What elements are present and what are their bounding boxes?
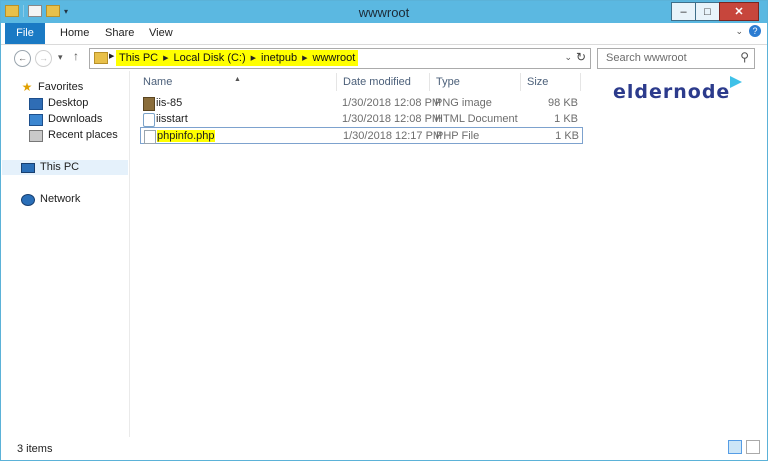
table-row[interactable]: phpinfo.php 1/30/2018 12:17 PM PHP File … [140, 127, 583, 144]
nav-label: Recent places [48, 129, 118, 141]
file-name: phpinfo.php [157, 130, 215, 142]
nav-item-desktop[interactable]: Desktop [29, 96, 88, 111]
logo-text: eldernode [613, 81, 731, 103]
file-name: iisstart [156, 113, 188, 125]
computer-icon [21, 162, 35, 173]
file-date: 1/30/2018 12:08 PM [342, 97, 442, 109]
address-row: ← → ▾ ↑ ▶ This PC ▶ Local Disk (C:) ▶ in… [1, 45, 767, 71]
breadcrumb-wwwroot[interactable]: wwwroot [313, 52, 356, 64]
table-row[interactable]: iis-85 1/30/2018 12:08 PM PNG image 98 K… [140, 95, 583, 112]
file-size: 1 KB [554, 113, 578, 125]
forward-button[interactable]: → [35, 50, 52, 67]
column-header-size[interactable]: Size [521, 73, 581, 91]
html-file-icon [143, 113, 155, 127]
status-bar: 3 items [1, 437, 767, 460]
nav-label: Downloads [48, 113, 103, 125]
search-input[interactable]: Search wwwroot [606, 52, 687, 64]
ribbon-tabs: File Home Share View ⌄ ? [1, 23, 767, 45]
breadcrumb-chevron-icon[interactable]: ▶ [163, 54, 168, 62]
file-name: iis-85 [156, 97, 183, 109]
column-header-type[interactable]: Type [430, 73, 521, 91]
file-size: 1 KB [555, 130, 579, 142]
tab-home[interactable]: Home [60, 23, 89, 44]
network-icon [21, 193, 35, 206]
column-label: Name [143, 76, 173, 88]
png-file-icon [143, 97, 155, 111]
nav-item-recent-places[interactable]: Recent places [29, 128, 118, 143]
nav-item-this-pc[interactable]: This PC [2, 160, 128, 175]
tab-view[interactable]: View [149, 23, 173, 44]
file-date: 1/30/2018 12:08 PM [342, 113, 442, 125]
help-icon[interactable]: ? [749, 25, 761, 37]
file-type: PHP File [436, 130, 480, 142]
search-box[interactable]: Search wwwroot ⚲ [597, 48, 755, 69]
eldernode-logo: eldernode [613, 76, 742, 103]
recent-locations-icon[interactable]: ▾ [58, 52, 63, 63]
large-icons-view-icon[interactable] [746, 440, 760, 454]
breadcrumb-this-pc[interactable]: This PC [119, 52, 158, 64]
nav-label: Network [40, 193, 81, 205]
file-size: 98 KB [548, 97, 578, 109]
column-header-name[interactable]: Name ▲ [137, 73, 337, 91]
minimize-button[interactable]: ‒ [671, 2, 696, 21]
logo-play-icon [730, 76, 742, 88]
address-bar[interactable]: ▶ This PC ▶ Local Disk (C:) ▶ inetpub ▶ … [89, 48, 591, 69]
recent-places-icon [29, 129, 43, 142]
file-type: PNG image [435, 97, 492, 109]
breadcrumb-chevron-icon[interactable]: ▶ [302, 54, 307, 62]
desktop-icon [29, 97, 43, 110]
back-button[interactable]: ← [14, 50, 31, 67]
nav-item-network[interactable]: Network [21, 192, 80, 207]
folder-icon [94, 52, 108, 64]
breadcrumb: This PC ▶ Local Disk (C:) ▶ inetpub ▶ ww… [116, 50, 359, 66]
search-icon[interactable]: ⚲ [740, 50, 749, 64]
nav-label: This PC [40, 161, 80, 173]
navigation-pane: ★ Favorites Desktop Downloads Recent pla… [1, 71, 130, 437]
breadcrumb-inetpub[interactable]: inetpub [261, 52, 297, 64]
star-icon: ★ [21, 80, 33, 94]
breadcrumb-chevron-icon[interactable]: ▶ [109, 52, 114, 60]
file-type: HTML Document [435, 113, 518, 125]
item-count: 3 items [17, 443, 53, 455]
maximize-button[interactable]: □ [695, 2, 720, 21]
table-row[interactable]: iisstart 1/30/2018 12:08 PM HTML Documen… [140, 111, 583, 128]
breadcrumb-local-disk[interactable]: Local Disk (C:) [174, 52, 246, 64]
explorer-window: ▾ wwwroot ‒ □ ✕ File Home Share View ⌄ ?… [0, 0, 768, 461]
nav-label: Desktop [48, 97, 89, 109]
details-view-icon[interactable] [728, 440, 742, 454]
downloads-icon [29, 113, 43, 126]
breadcrumb-chevron-icon[interactable]: ▶ [251, 54, 256, 62]
tab-share[interactable]: Share [105, 23, 134, 44]
nav-label: Favorites [38, 81, 84, 93]
up-button[interactable]: ↑ [73, 49, 79, 63]
window-controls: ‒ □ ✕ [671, 2, 759, 21]
nav-item-favorites[interactable]: ★ Favorites [21, 80, 84, 95]
window-title: wwwroot [358, 5, 410, 20]
address-dropdown-icon[interactable]: ⌄ [564, 52, 572, 63]
nav-item-downloads[interactable]: Downloads [29, 112, 102, 127]
column-header-date[interactable]: Date modified [337, 73, 430, 91]
refresh-icon[interactable]: ↻ [576, 50, 586, 64]
close-button[interactable]: ✕ [719, 2, 759, 21]
tab-file[interactable]: File [5, 23, 45, 44]
file-date: 1/30/2018 12:17 PM [343, 130, 443, 142]
sort-ascending-icon: ▲ [234, 76, 241, 83]
php-file-icon [144, 130, 156, 144]
expand-ribbon-icon[interactable]: ⌄ [735, 26, 743, 37]
title-bar: ▾ wwwroot ‒ □ ✕ [1, 1, 767, 23]
